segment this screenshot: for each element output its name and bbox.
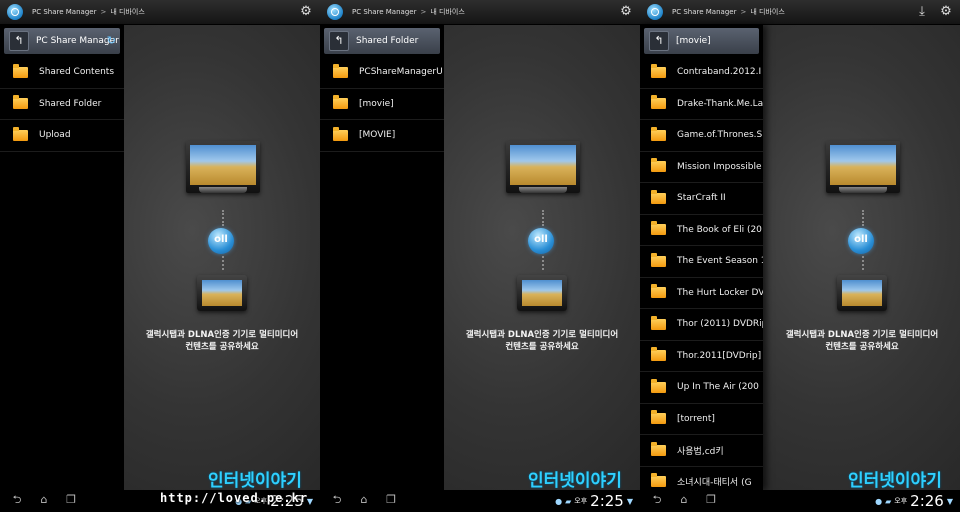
dlna-caption: 갤럭시탭과 DLNA인증 기기로 멀티미디어 컨텐츠를 공유하세요 [450, 329, 634, 353]
recent-apps-icon[interactable]: ❐ [382, 493, 400, 507]
dlna-caption: 갤럭시탭과 DLNA인증 기기로 멀티미디어 컨텐츠를 공유하세요 [130, 329, 314, 353]
connection-dots [862, 256, 866, 270]
dlna-logo-icon [528, 228, 554, 254]
back-icon[interactable]: ⮌ [328, 493, 346, 507]
caption-line-2: 컨텐츠를 공유하세요 [825, 342, 899, 352]
home-icon[interactable]: ⌂ [675, 493, 693, 507]
folder-status-icon: ▰ [565, 496, 572, 506]
screen-1: PC Share Manager > 내 디바이스 ⚙ ↰ PC Share Man… [0, 0, 320, 512]
watermark-text: 인터넷이야기 [208, 471, 302, 491]
dlna-illustration: 갤럭시탭과 DLNA인증 기기로 멀티미디어 컨텐츠를 공유하세요 [320, 0, 640, 512]
tablet-illustration [837, 275, 887, 311]
screen-3: PC Share Manager > 내 디바이스 ⤓ ⚙ ↰ [movie] Co… [640, 0, 960, 512]
tv-stand [839, 187, 887, 193]
connection-dots [542, 210, 546, 226]
back-icon[interactable]: ⮌ [648, 493, 666, 507]
dlna-logo-icon [208, 228, 234, 254]
connection-dots [222, 210, 226, 226]
signal-icon: ▼ [626, 496, 633, 506]
watermark-text: 인터넷이야기 [848, 471, 942, 491]
connection-dots [222, 256, 226, 270]
status-area[interactable]: ● ▰ 오후 2:25 ▼ [555, 490, 636, 512]
dlna-illustration: 갤럭시탭과 DLNA인증 기기로 멀티미디어 컨텐츠를 공유하세요 [0, 0, 320, 512]
clock: 2:25 [590, 492, 624, 510]
watermark: 인터넷이야기 [120, 468, 320, 491]
tv-illustration [186, 141, 260, 193]
back-icon[interactable]: ⮌ [8, 493, 26, 507]
dlna-logo-icon [848, 228, 874, 254]
tv-stand [199, 187, 247, 193]
home-icon[interactable]: ⌂ [35, 493, 53, 507]
caption-line-1: 갤럭시탭과 DLNA인증 기기로 멀티미디어 [785, 330, 939, 340]
home-icon[interactable]: ⌂ [355, 493, 373, 507]
signal-icon: ▼ [946, 496, 953, 506]
connection-dots [542, 256, 546, 270]
watermark: 인터넷이야기 [760, 468, 960, 491]
ampm: 오후 [894, 497, 908, 505]
watermark-text: 인터넷이야기 [528, 471, 622, 491]
caption-line-1: 갤럭시탭과 DLNA인증 기기로 멀티미디어 [145, 330, 299, 340]
dlna-illustration: 갤럭시탭과 DLNA인증 기기로 멀티미디어 컨텐츠를 공유하세요 [640, 0, 960, 512]
status-area[interactable]: ● ▰ 오후 2:26 ▼ [875, 490, 956, 512]
tv-illustration [826, 141, 900, 193]
caption-line-2: 컨텐츠를 공유하세요 [185, 342, 259, 352]
recent-apps-icon[interactable]: ❐ [62, 493, 80, 507]
system-nav-bar: ⮌ ⌂ ❐ ● ▰ 오후 2:26 ▼ [640, 490, 960, 512]
notification-icon: ● [555, 496, 563, 506]
notification-icon: ● [875, 496, 883, 506]
watermark-url: http://loved.pe.kr [160, 491, 309, 505]
tablet-illustration [197, 275, 247, 311]
recent-apps-icon[interactable]: ❐ [702, 493, 720, 507]
watermark: 인터넷이야기 [440, 468, 640, 491]
tablet-illustration [517, 275, 567, 311]
screens: PC Share Manager > 내 디바이스 ⚙ ↰ PC Share Man… [0, 0, 960, 512]
connection-dots [862, 210, 866, 226]
tv-stand [519, 187, 567, 193]
folder-status-icon: ▰ [885, 496, 892, 506]
system-nav-bar: ⮌ ⌂ ❐ ● ▰ 오후 2:25 ▼ [320, 490, 640, 512]
dlna-caption: 갤럭시탭과 DLNA인증 기기로 멀티미디어 컨텐츠를 공유하세요 [770, 329, 954, 353]
caption-line-1: 갤럭시탭과 DLNA인증 기기로 멀티미디어 [465, 330, 619, 340]
screen-2: PC Share Manager > 내 디바이스 ⚙ ↰ Shared Folde… [320, 0, 640, 512]
ampm: 오후 [574, 497, 588, 505]
clock: 2:26 [910, 492, 944, 510]
caption-line-2: 컨텐츠를 공유하세요 [505, 342, 579, 352]
tv-illustration [506, 141, 580, 193]
